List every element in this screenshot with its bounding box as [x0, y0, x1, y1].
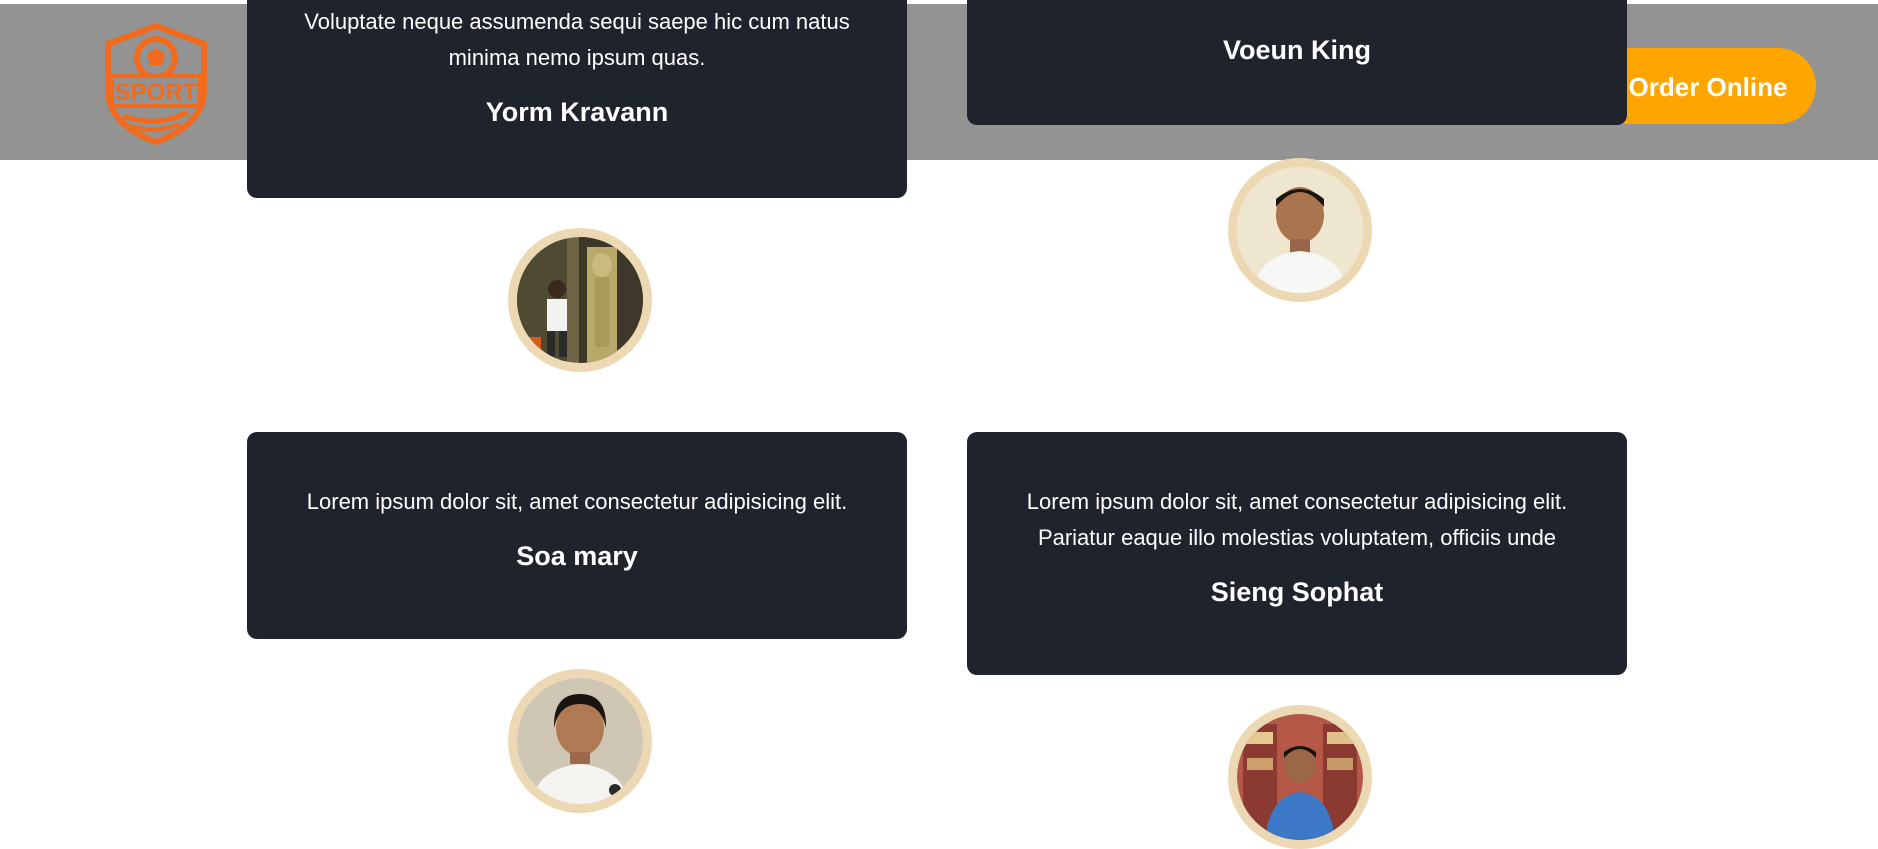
testimonial-name: Voeun King	[1223, 35, 1371, 65]
testimonial-text-line: Voluptate neque assumenda sequi saepe hi…	[304, 9, 850, 34]
avatar	[508, 669, 652, 813]
testimonial-card-1: Voluptate neque assumenda sequi saepe hi…	[247, 0, 907, 198]
shield-logo-icon: SPORT	[105, 22, 207, 146]
testimonial-name: Soa mary	[516, 541, 638, 571]
testimonial-card-2: Voeun King	[967, 0, 1627, 125]
avatar-photo-portrait	[1237, 167, 1363, 293]
testimonial-name: Yorm Kravann	[485, 97, 669, 127]
testimonial-text-line: Lorem ipsum dolor sit, amet consectetur …	[1026, 489, 1568, 514]
avatar-photo-portrait	[517, 678, 643, 804]
avatar-photo-temple	[517, 237, 643, 363]
testimonial-text-line: Pariatur eaque illo molestias voluptatem…	[1037, 525, 1557, 550]
avatar	[1228, 158, 1372, 302]
logo-text: SPORT	[115, 79, 198, 106]
testimonial-card-3: Lorem ipsum dolor sit, amet consectetur …	[247, 432, 907, 639]
avatar	[1228, 705, 1372, 849]
testimonial-text-line: minima nemo ipsum quas.	[448, 45, 706, 70]
testimonial-name: Sieng Sophat	[1210, 577, 1384, 607]
avatar	[508, 228, 652, 372]
avatar-photo-bookshelf	[1237, 714, 1363, 840]
sport-logo[interactable]: SPORT	[100, 20, 212, 146]
testimonial-card-4: Lorem ipsum dolor sit, amet consectetur …	[967, 432, 1627, 675]
testimonial-text-line: Lorem ipsum dolor sit, amet consectetur …	[306, 489, 848, 514]
